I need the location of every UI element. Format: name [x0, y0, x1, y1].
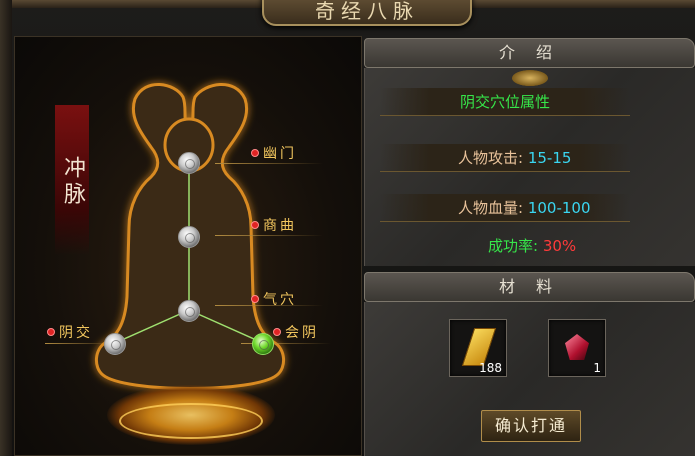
success-rate-value: 30%: [542, 237, 577, 255]
acupoint-qixue[interactable]: [178, 300, 200, 322]
confirm-open-button[interactable]: 确认打通: [481, 410, 581, 442]
acupoint-huiyin[interactable]: [252, 333, 274, 355]
point-label-yinjiao[interactable]: 阴交: [47, 322, 93, 342]
red-dot-icon: [47, 328, 55, 336]
red-dot-icon: [251, 221, 259, 229]
material-slot-gem[interactable]: 1: [548, 319, 606, 377]
success-rate-row: 成功率: 30%: [380, 232, 630, 260]
meridian-figure-panel: 冲脉 幽门 商曲 气穴 阴交 会阴: [14, 36, 362, 456]
acupoint-shangqu[interactable]: [178, 226, 200, 248]
hp-value: 100-100: [527, 199, 591, 217]
attack-row: 人物攻击: 15-15: [380, 144, 630, 172]
attack-label: 人物攻击:: [458, 149, 524, 167]
meridian-name-seal: 冲脉: [55, 105, 89, 255]
ornament-icon: [512, 70, 548, 86]
label-line: [215, 235, 323, 236]
point-label-qixue[interactable]: 气穴: [251, 289, 297, 309]
hp-row: 人物血量: 100-100: [380, 194, 630, 222]
label-line: [215, 163, 323, 164]
meridian-window: 冲脉 幽门 商曲 气穴 阴交 会阴 奇经八脉 介 绍 阴交穴位属性 人物攻击: …: [0, 0, 695, 456]
red-dot-icon: [251, 149, 259, 157]
point-label-huiyin[interactable]: 会阴: [273, 322, 319, 342]
window-frame-left: [0, 0, 12, 456]
acupoint-youmen[interactable]: [178, 152, 200, 174]
material-count: 188: [479, 361, 502, 375]
materials-header: 材 料: [364, 272, 695, 302]
hp-label: 人物血量:: [458, 199, 524, 217]
point-label-youmen[interactable]: 幽门: [251, 143, 297, 163]
red-dot-icon: [273, 328, 281, 336]
red-dot-icon: [251, 295, 259, 303]
point-label-shangqu[interactable]: 商曲: [251, 215, 297, 235]
window-title: 奇经八脉: [262, 0, 472, 26]
attack-value: 15-15: [527, 149, 572, 167]
attribute-title: 阴交穴位属性: [380, 88, 630, 116]
acupoint-yinjiao[interactable]: [104, 333, 126, 355]
intro-header: 介 绍: [364, 38, 695, 68]
material-count: 1: [593, 361, 601, 375]
success-rate-label: 成功率:: [488, 237, 539, 255]
material-slot-scroll[interactable]: 188: [449, 319, 507, 377]
red-gem-icon: [565, 334, 589, 360]
energy-ring: [119, 403, 263, 439]
